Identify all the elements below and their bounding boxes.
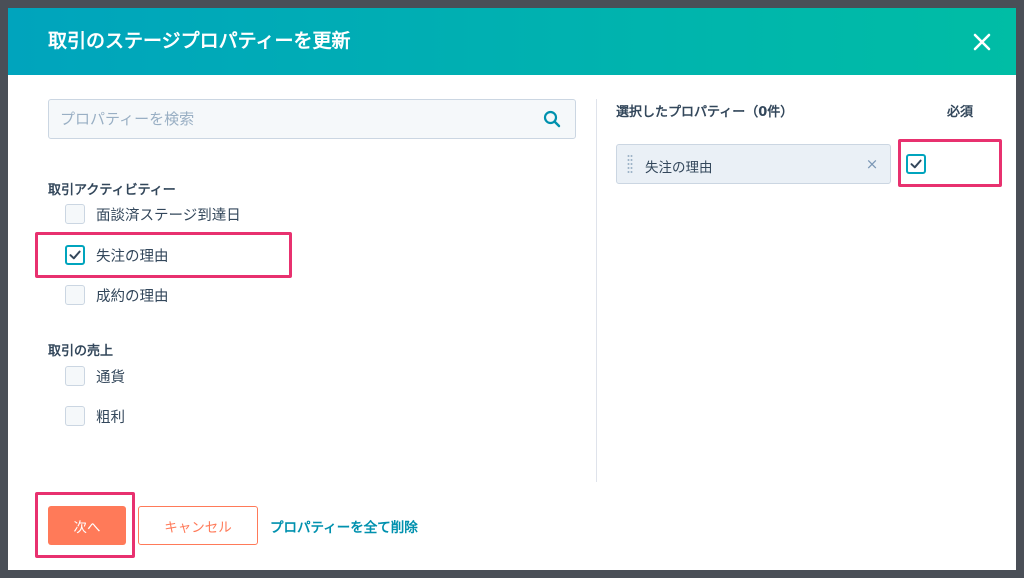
selected-properties-header: 選択したプロパティー（0件） [616,105,794,120]
drag-handle-icon[interactable] [627,154,633,174]
column-divider [596,99,597,482]
option-meeting-stage-date[interactable]: 面談済ステージ到達日 [65,203,241,225]
checkbox-checked[interactable] [65,245,85,265]
selected-property-label: 失注の理由 [645,160,713,176]
option-currency[interactable]: 通貨 [65,365,125,387]
required-header: 必須 [947,105,974,120]
checkbox[interactable] [65,366,85,386]
option-label: 通貨 [96,369,125,386]
option-label: 面談済ステージ到達日 [96,207,241,224]
checkbox[interactable] [65,204,85,224]
required-checkbox[interactable] [906,154,926,174]
option-label: 成約の理由 [96,288,169,305]
checkbox[interactable] [65,406,85,426]
modal-header: 取引のステージプロパティーを更新 [8,8,1016,75]
close-icon[interactable] [968,28,996,56]
next-button[interactable]: 次へ [48,506,126,545]
search-input[interactable] [49,100,529,138]
check-icon [69,250,81,260]
check-icon [910,159,922,169]
modal-dialog: 取引のステージプロパティーを更新 取引アクティビティー 面談済ステージ到達日 失… [8,8,1016,570]
modal-title: 取引のステージプロパティーを更新 [48,30,351,52]
option-lost-reason[interactable]: 失注の理由 [65,244,169,266]
checkbox-checked[interactable] [906,154,926,174]
search-field[interactable] [48,99,576,139]
option-label: 失注の理由 [96,248,169,265]
option-won-reason[interactable]: 成約の理由 [65,284,169,306]
checkbox[interactable] [65,285,85,305]
search-icon[interactable] [543,110,561,128]
remove-icon[interactable]: × [864,154,880,174]
group-title-deal-revenue: 取引の売上 [48,344,114,359]
remove-all-properties-link[interactable]: プロパティーを全て削除 [270,516,418,536]
selected-property-item[interactable]: 失注の理由 × [616,144,891,184]
cancel-button[interactable]: キャンセル [138,506,258,545]
option-gross-profit[interactable]: 粗利 [65,405,125,427]
group-title-deal-activity: 取引アクティビティー [48,183,176,198]
option-label: 粗利 [96,409,125,426]
